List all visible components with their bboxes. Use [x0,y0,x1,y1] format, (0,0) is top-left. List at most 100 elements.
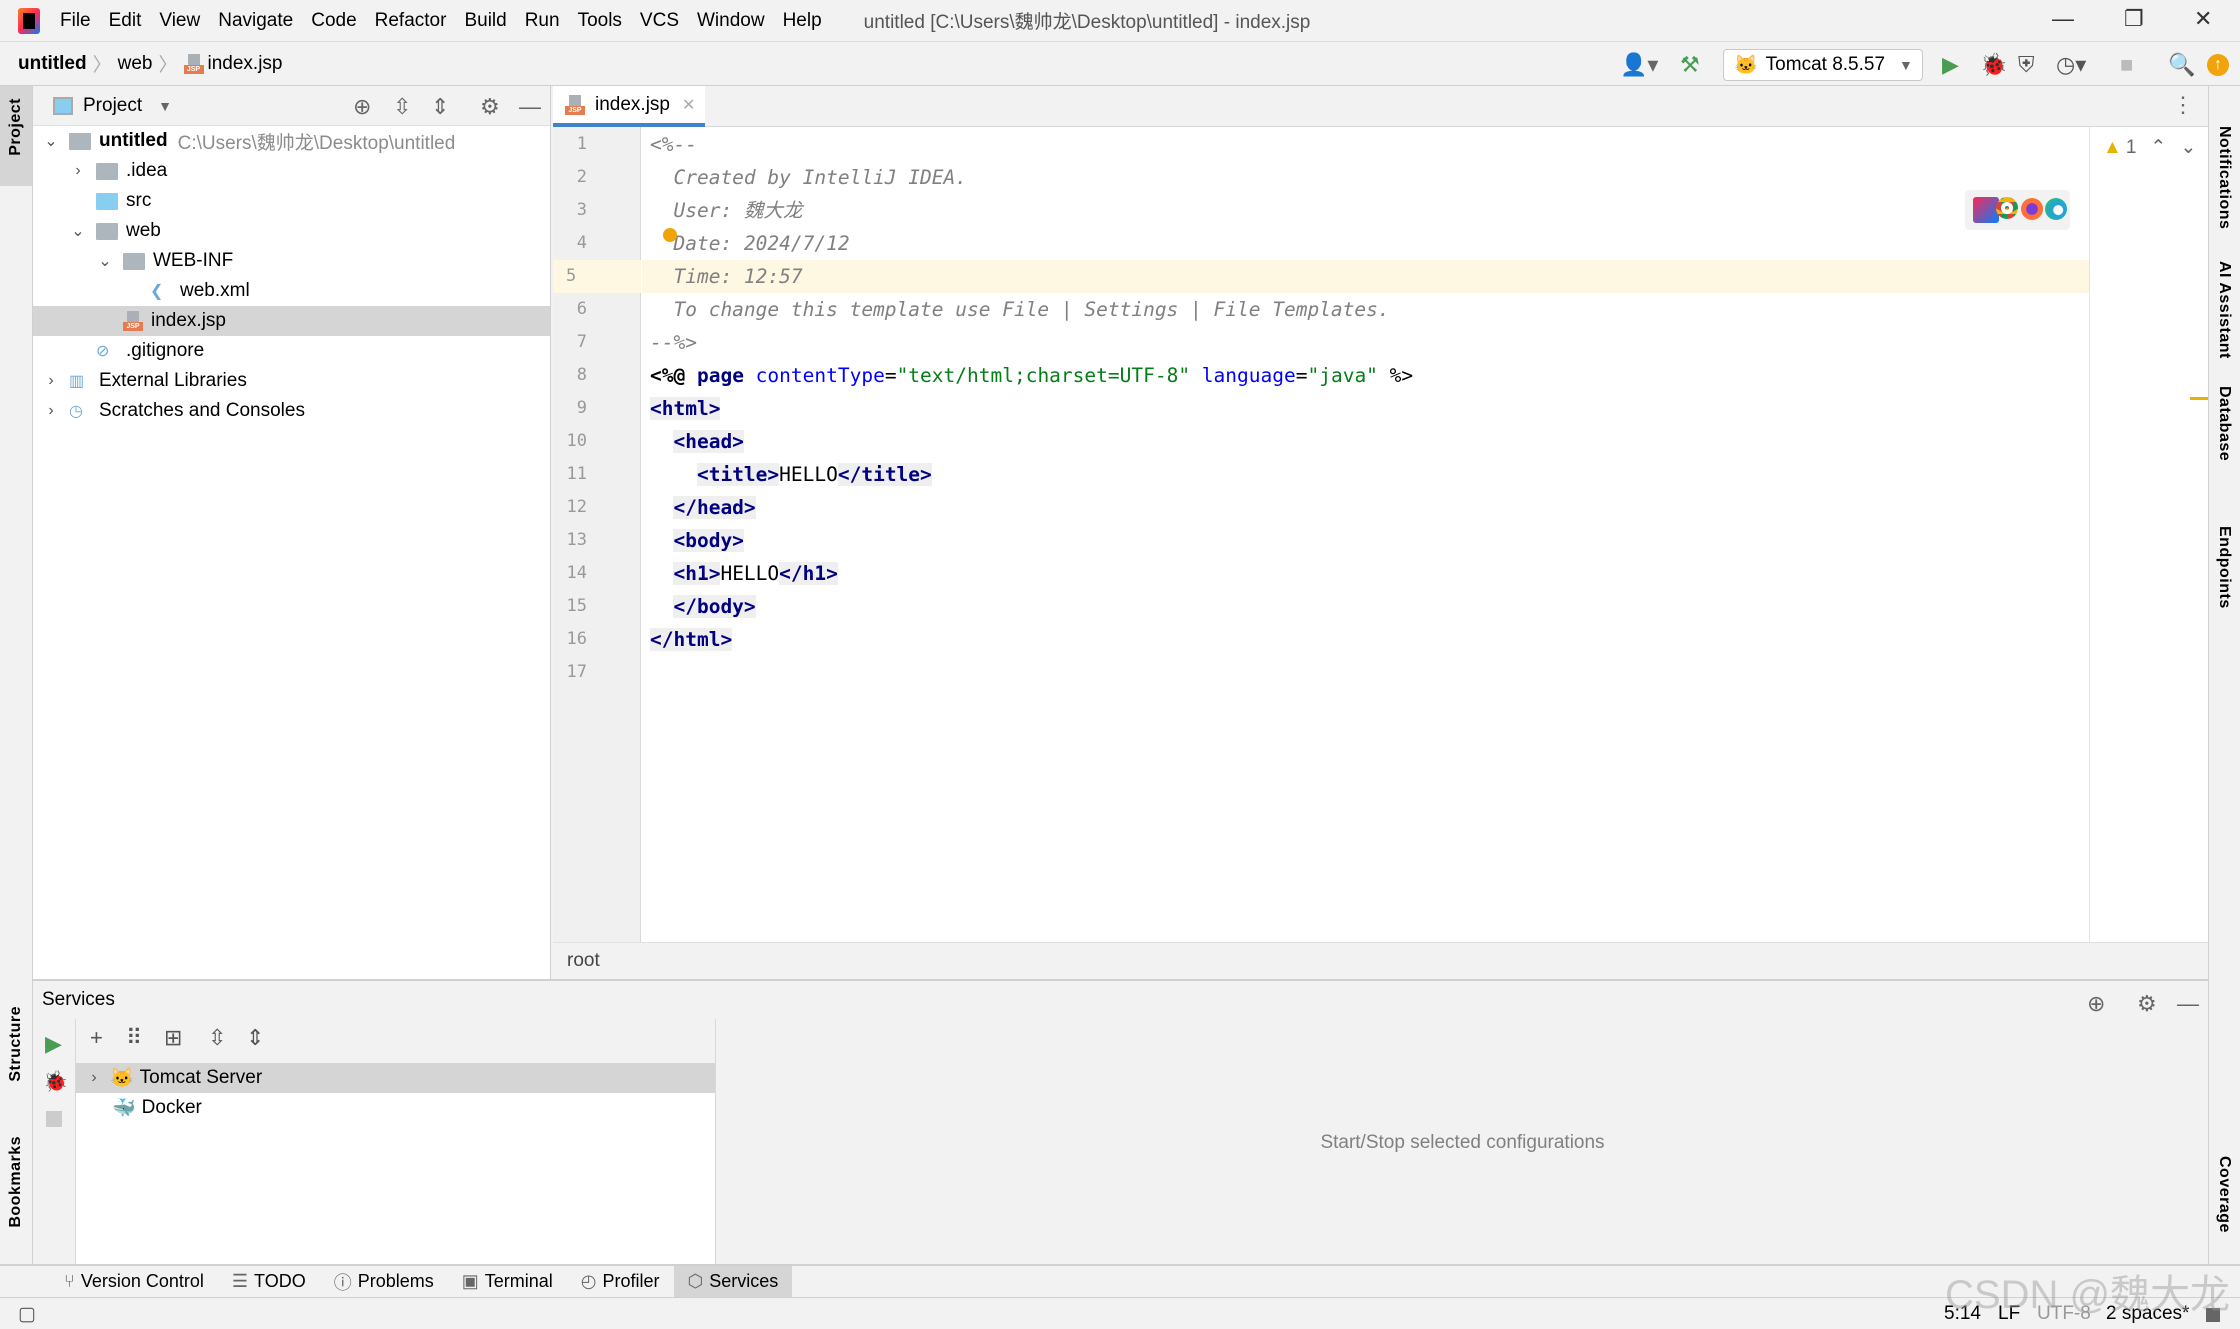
menu-build[interactable]: Build [464,10,506,32]
line-number: 17 [566,662,587,682]
tool-tab-problems[interactable]: ⓘ Problems [320,1266,448,1297]
tree-item[interactable]: › ▥ External Libraries [33,366,550,396]
user-icon[interactable]: 👤▾ [1620,52,1658,78]
firefox-icon[interactable] [2021,198,2043,220]
run-configuration-select[interactable]: 🐱 Tomcat 8.5.57 ▼ [1723,49,1923,81]
menu-file[interactable]: File [60,10,91,32]
minimize-button[interactable]: — [2052,6,2074,32]
profile-icon[interactable]: ◷▾ [2056,52,2086,78]
debug-icon[interactable]: 🐞 [1980,52,2007,78]
chevron-right-icon[interactable]: › [41,402,61,420]
breadcrumb-file[interactable]: index.jsp [208,53,283,75]
breadcrumb-root[interactable]: root [567,950,600,971]
collapse-all-icon[interactable]: ⇕ [246,1025,264,1051]
structure-tool-button[interactable]: Structure [7,1006,25,1082]
tool-button-database[interactable]: Database [2215,386,2233,461]
expand-all-icon[interactable]: ⇳ [393,94,411,120]
menu-refactor[interactable]: Refactor [375,10,447,32]
new-tab-icon[interactable]: ⊞ [164,1025,182,1051]
file-encoding[interactable]: UTF-8 [2037,1303,2091,1325]
close-window-button[interactable]: ✕ [2194,6,2212,32]
group-by-icon[interactable]: ⠿ [126,1025,142,1051]
locate-icon[interactable]: ⊕ [2087,985,2105,1023]
tool-tab-services[interactable]: ⬡ Services [673,1266,793,1297]
tree-item[interactable]: › .idea [33,156,550,186]
chevron-down-icon[interactable]: ▼ [158,98,172,114]
chevron-right-icon[interactable]: › [41,372,61,390]
hide-panel-icon[interactable]: — [519,94,541,120]
edge-icon[interactable] [2045,198,2067,220]
tool-tab-version-control[interactable]: ⑂ Version Control [50,1266,218,1297]
tree-item[interactable]: ⊘ .gitignore [33,336,550,366]
service-docker[interactable]: 🐳 Docker [76,1093,715,1123]
toggle-tool-windows-icon[interactable]: ▢ [18,1303,36,1326]
tree-item[interactable]: › ◷ Scratches and Consoles [33,396,550,426]
code-token: </h1> [779,562,838,585]
coverage-icon[interactable]: ⛨ [2018,52,2035,78]
expand-all-icon[interactable]: ⇳ [208,1025,226,1051]
tool-button-coverage[interactable]: Coverage [2215,1156,2233,1233]
menu-view[interactable]: View [159,10,200,32]
chrome-icon[interactable] [1996,197,2018,219]
project-view-select[interactable]: Project [83,95,142,117]
code-line: </head> [650,491,756,524]
collapse-all-icon[interactable]: ⇕ [431,94,449,120]
tree-item[interactable]: ⌄ untitled C:\Users\魏帅龙\Desktop\untitled [33,126,550,156]
tree-item[interactable]: index.jsp [33,306,550,336]
locate-icon[interactable]: ⊕ [353,94,371,120]
stop-service-icon[interactable] [46,1111,62,1127]
memory-indicator-icon[interactable] [2206,1308,2220,1322]
chevron-down-icon[interactable]: ⌄ [95,251,115,271]
update-icon[interactable]: ↑ [2207,54,2229,76]
menu-run[interactable]: Run [525,10,560,32]
add-service-icon[interactable]: + [90,1025,103,1051]
line-separator[interactable]: LF [1998,1303,2020,1325]
tree-item[interactable]: src [33,186,550,216]
debug-service-icon[interactable]: 🐞 [43,1069,68,1094]
tool-tab-todo[interactable]: ☰ TODO [218,1266,320,1297]
intellij-browser-icon[interactable] [1973,197,1999,223]
hide-panel-icon[interactable]: — [2177,985,2199,1023]
restore-button[interactable]: ❐ [2124,6,2144,32]
menu-help[interactable]: Help [783,10,822,32]
tool-tab-profiler[interactable]: ◴ Profiler [567,1266,674,1297]
warning-stripe-marker[interactable] [2190,397,2208,400]
caret-position[interactable]: 5:14 [1944,1303,1981,1325]
tool-button-endpoints[interactable]: Endpoints [2215,526,2233,609]
menu-edit[interactable]: Edit [109,10,142,32]
build-hammer-icon[interactable]: ⚒ [1680,52,1700,78]
chevron-down-icon[interactable]: ⌄ [41,131,61,151]
breadcrumb-project[interactable]: untitled [18,53,87,75]
menu-tools[interactable]: Tools [578,10,622,32]
previous-highlight-icon[interactable]: ⌃ [2150,136,2166,159]
breadcrumb-web[interactable]: web [118,53,153,75]
indent-setting[interactable]: 2 spaces* [2106,1303,2189,1325]
tool-button-notifications[interactable]: Notifications [2215,126,2233,229]
bookmarks-tool-button[interactable]: Bookmarks [7,1136,25,1228]
chevron-down-icon[interactable]: ⌄ [68,221,88,241]
tab-index-jsp[interactable]: index.jsp ✕ [553,86,705,127]
menu-navigate[interactable]: Navigate [218,10,293,32]
gear-icon[interactable]: ⚙ [2137,985,2157,1023]
tree-item[interactable]: ⌄ web [33,216,550,246]
stop-icon[interactable]: ■ [2120,52,2133,78]
run-icon[interactable]: ▶ [1942,52,1959,78]
search-icon[interactable]: 🔍 [2168,52,2195,78]
more-options-icon[interactable]: ⋮ [2172,92,2194,118]
tree-item[interactable]: ❮ web.xml [33,276,550,306]
tree-item[interactable]: ⌄ WEB-INF [33,246,550,276]
close-tab-icon[interactable]: ✕ [682,95,695,115]
menu-window[interactable]: Window [697,10,765,32]
inspection-widget[interactable]: ▲ 1 ⌃ ⌄ [2103,136,2196,159]
next-highlight-icon[interactable]: ⌄ [2180,136,2196,159]
gear-icon[interactable]: ⚙ [480,94,500,120]
tool-button-ai-assistant[interactable]: AI Assistant [2215,261,2233,359]
run-service-icon[interactable]: ▶ [45,1031,62,1057]
intention-bulb-icon[interactable] [663,228,677,242]
chevron-right-icon[interactable]: › [68,162,88,180]
service-tomcat-server[interactable]: › 🐱 Tomcat Server [76,1063,715,1093]
tool-tab-terminal[interactable]: ▣ Terminal [448,1266,567,1297]
menu-code[interactable]: Code [311,10,356,32]
project-tool-button[interactable]: Project [0,86,32,186]
menu-vcs[interactable]: VCS [640,10,679,32]
